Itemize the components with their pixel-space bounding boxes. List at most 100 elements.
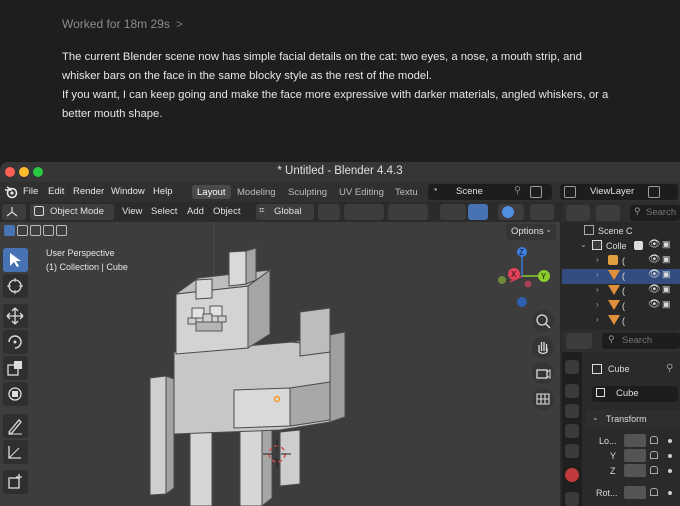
pin-icon[interactable]: ⚲: [666, 363, 673, 374]
proportional-editing-toggle[interactable]: [388, 204, 428, 220]
viewport-menu-view[interactable]: View: [122, 206, 142, 217]
menu-window[interactable]: Window: [111, 186, 145, 197]
expand-arrow-icon[interactable]: ›: [596, 285, 599, 294]
outliner-editor-type-button[interactable]: [566, 205, 590, 221]
view-layer-selector[interactable]: ViewLayer: [560, 184, 678, 200]
world-tab-icon[interactable]: [565, 468, 579, 482]
render-tab-icon[interactable]: [565, 384, 579, 398]
checkbox-icon[interactable]: [634, 241, 643, 250]
expand-chevron-icon[interactable]: ⌄: [580, 240, 587, 249]
workspace-tab-sculpting[interactable]: Sculpting: [283, 185, 332, 199]
viewport-menu-select[interactable]: Select: [151, 206, 177, 217]
workspace-tab-uv-editing[interactable]: UV Editing: [334, 185, 389, 199]
overlays-icon: [502, 206, 514, 218]
pivot-point-button[interactable]: [318, 204, 340, 220]
keyframe-dot-icon[interactable]: [668, 454, 672, 458]
gizmo-toggle[interactable]: [468, 204, 488, 220]
object-data-field[interactable]: Cube: [592, 386, 678, 402]
output-tab-icon[interactable]: [565, 404, 579, 418]
keyframe-dot-icon[interactable]: [668, 491, 672, 495]
camera-icon[interactable]: ▣: [662, 269, 671, 280]
outliner-search-input[interactable]: ⚲ Search: [630, 205, 680, 221]
xray-toggle[interactable]: [530, 204, 554, 220]
outliner-row-object[interactable]: › ( 👁 ▣: [562, 269, 680, 284]
worked-duration[interactable]: Worked for 18m 29s >: [62, 17, 183, 31]
rotation-x-value[interactable]: [624, 486, 646, 499]
eye-icon[interactable]: 👁: [648, 269, 661, 280]
gizmo-neg-x-axis[interactable]: [524, 280, 532, 288]
properties-editor-type-button[interactable]: [566, 333, 592, 349]
viewport-menu-add[interactable]: Add: [187, 206, 204, 217]
chevron-down-icon: ⌄: [545, 225, 552, 234]
view-layer-tab-icon[interactable]: [565, 424, 579, 438]
tool-tab-icon[interactable]: [565, 360, 579, 374]
navigation-gizmo[interactable]: X Y Z: [494, 246, 556, 308]
expand-arrow-icon[interactable]: ›: [596, 315, 599, 324]
pin-icon[interactable]: ⚲: [514, 185, 521, 196]
expand-arrow-icon[interactable]: ›: [596, 300, 599, 309]
keyframe-dot-icon[interactable]: [668, 469, 672, 473]
location-z-value[interactable]: [624, 464, 646, 477]
keyframe-dot-icon[interactable]: [668, 439, 672, 443]
lock-icon[interactable]: [650, 451, 658, 459]
eye-icon[interactable]: 👁: [648, 239, 661, 250]
workspace-tab-modeling[interactable]: Modeling: [232, 185, 281, 199]
mode-label: Object Mode: [50, 206, 104, 217]
zoom-button[interactable]: [532, 310, 554, 332]
properties-search-input[interactable]: ⚲ Search: [602, 333, 680, 349]
camera-icon[interactable]: ▣: [662, 239, 671, 250]
lock-icon[interactable]: [650, 488, 658, 496]
outliner-row-camera[interactable]: › ( 👁 ▣: [562, 254, 680, 269]
scene-tab-icon[interactable]: [565, 444, 579, 458]
new-scene-icon[interactable]: [530, 186, 542, 198]
camera-icon[interactable]: ▣: [662, 284, 671, 295]
overlays-toggle[interactable]: [498, 204, 524, 220]
location-y-value[interactable]: [624, 449, 646, 462]
gizmo-neg-y-axis[interactable]: [498, 276, 506, 284]
3d-viewport[interactable]: User Perspective (1) Collection | Cube O…: [0, 222, 560, 506]
workspace-tab-layout[interactable]: Layout: [192, 185, 231, 199]
editor-type-button[interactable]: [2, 204, 26, 220]
worked-label: Worked for 18m 29s: [62, 17, 170, 31]
transform-panel-header[interactable]: ⌄ Transform: [586, 410, 680, 428]
outliner-row-object[interactable]: › ( 👁 ▣: [562, 284, 680, 299]
transform-orientation-selector[interactable]: ⌗ Global: [256, 204, 314, 220]
mode-selector[interactable]: Object Mode: [30, 204, 114, 220]
visibility-button[interactable]: [440, 204, 466, 220]
eye-icon[interactable]: 👁: [648, 284, 661, 295]
eye-icon[interactable]: 👁: [648, 254, 661, 265]
display-mode-button[interactable]: [596, 205, 620, 221]
menu-help[interactable]: Help: [153, 186, 173, 197]
toggle-projection-button[interactable]: [532, 388, 554, 410]
collection-tab-icon[interactable]: [565, 492, 579, 506]
object-name: (: [622, 301, 625, 311]
blender-logo-icon[interactable]: [4, 185, 18, 199]
outliner-row-scene-collection[interactable]: Scene C: [562, 224, 680, 239]
eye-icon[interactable]: 👁: [648, 299, 661, 310]
object-name: (: [622, 286, 625, 296]
camera-view-button[interactable]: [532, 362, 554, 384]
menu-file[interactable]: File: [23, 186, 38, 197]
outliner-row-object[interactable]: › ( 👁 ▣: [562, 299, 680, 314]
lock-icon[interactable]: [650, 466, 658, 474]
workspace-tab-texture[interactable]: Textu: [390, 185, 423, 199]
scene-selector[interactable]: ◔ Scene ⚲: [428, 184, 552, 200]
location-x-value[interactable]: [624, 434, 646, 447]
new-view-layer-icon[interactable]: [648, 186, 660, 198]
viewport-menu-object[interactable]: Object: [213, 206, 240, 217]
pan-button[interactable]: [532, 336, 554, 358]
lock-icon[interactable]: [650, 436, 658, 444]
view-layer-icon: [564, 186, 576, 198]
snap-toggle[interactable]: [344, 204, 384, 220]
scene-icon: ◔: [432, 185, 438, 196]
camera-icon[interactable]: ▣: [662, 299, 671, 310]
outliner-row-collection[interactable]: ⌄ Colle 👁 ▣: [562, 239, 680, 254]
expand-arrow-icon[interactable]: ›: [596, 255, 599, 264]
camera-icon[interactable]: ▣: [662, 254, 671, 265]
menu-edit[interactable]: Edit: [48, 186, 64, 197]
expand-arrow-icon[interactable]: ›: [596, 270, 599, 279]
options-dropdown[interactable]: Options ⌄: [506, 224, 556, 240]
gizmo-neg-z-axis[interactable]: [517, 297, 527, 307]
menu-render[interactable]: Render: [73, 186, 104, 197]
outliner-row-object[interactable]: › (: [562, 314, 680, 326]
